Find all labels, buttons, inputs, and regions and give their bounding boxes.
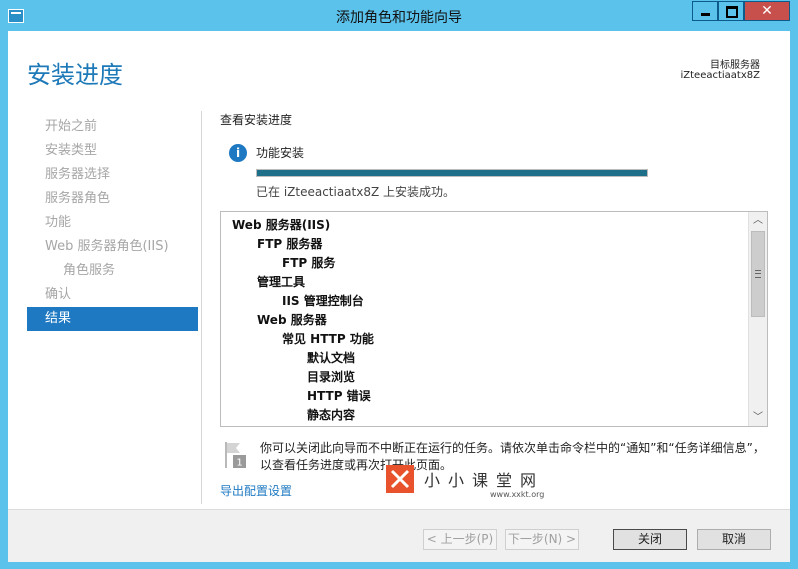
feature-install-label: 功能安装 — [256, 146, 305, 160]
tree-item: IIS 管理控制台 — [282, 294, 364, 308]
minimize-button[interactable] — [692, 1, 718, 21]
installed-features-list[interactable]: Web 服务器(IIS) FTP 服务器 FTP 服务管理工具 IIS 管理控制台 We… — [220, 211, 768, 427]
install-status-text: 已在 iZteeactiaatx8Z 上安装成功。 — [256, 185, 456, 199]
page-title: 安装进度 — [27, 61, 123, 89]
scroll-thumb[interactable] — [751, 231, 765, 317]
cancel-button[interactable]: 取消 — [697, 529, 771, 550]
nav-divider — [201, 111, 202, 504]
nav-item-results[interactable]: 结果 — [27, 307, 198, 331]
window-title: 添加角色和功能向导 — [336, 10, 462, 26]
nav-item-server-selection[interactable]: 服务器选择 — [27, 163, 198, 187]
tree-item: Web 服务器(IIS) — [232, 218, 331, 232]
target-server-label: 目标服务器 — [710, 60, 760, 71]
nav-item-server-roles[interactable]: 服务器角色 — [27, 187, 198, 211]
tree-item: FTP 服务器 — [257, 237, 323, 251]
svg-text:1: 1 — [236, 458, 242, 469]
tree-item: 默认文档 — [307, 351, 356, 365]
footer-bar: < 上一步(P) 下一步(N) > 关闭 取消 — [8, 509, 790, 562]
tree-item: 管理工具 — [257, 275, 306, 289]
previous-button[interactable]: < 上一步(P) — [423, 529, 497, 550]
nav-item-installation-type[interactable]: 安装类型 — [27, 139, 198, 163]
title-bar[interactable]: 添加角色和功能向导 ✕ — [0, 0, 798, 31]
list-scrollbar[interactable]: ︿ ﹀ — [748, 212, 767, 426]
nav-item-before-you-begin[interactable]: 开始之前 — [27, 115, 198, 139]
watermark-url: www.xxkt.org — [490, 490, 545, 499]
tree-item: 常见 HTTP 功能 — [282, 332, 374, 346]
wizard-content: 安装进度 目标服务器 iZteeactiaatx8Z 开始之前 安装类型 服务器… — [8, 31, 790, 562]
progress-fill — [257, 170, 647, 176]
grip-icon — [755, 270, 761, 278]
close-window-button[interactable]: ✕ — [744, 1, 790, 21]
wizard-window: 添加角色和功能向导 ✕ 安装进度 目标服务器 iZteeactiaatx8Z 开… — [0, 0, 798, 569]
scroll-up-arrow-icon[interactable]: ︿ — [749, 212, 767, 229]
maximize-button[interactable] — [718, 1, 744, 21]
info-icon: i — [229, 144, 247, 162]
section-title: 查看安装进度 — [220, 113, 293, 127]
watermark-logo-icon — [386, 465, 414, 493]
nav-item-role-services[interactable]: 角色服务 — [27, 259, 198, 283]
nav-item-features[interactable]: 功能 — [27, 211, 198, 235]
nav-item-web-server-role[interactable]: Web 服务器角色(IIS) — [27, 235, 198, 259]
export-config-link[interactable]: 导出配置设置 — [220, 482, 292, 499]
wizard-nav: 开始之前 安装类型 服务器选择 服务器角色 功能 Web 服务器角色(IIS) … — [27, 115, 198, 331]
nav-item-confirmation[interactable]: 确认 — [27, 283, 198, 307]
tree-item: 目录浏览 — [307, 370, 356, 384]
target-server-name: iZteeactiaatx8Z — [680, 70, 761, 81]
progress-bar — [256, 169, 648, 177]
notification-flag-icon: 1 — [225, 442, 246, 469]
next-button[interactable]: 下一步(N) > — [505, 529, 579, 550]
tree-item: Web 服务器 — [257, 313, 327, 327]
scroll-down-arrow-icon[interactable]: ﹀ — [749, 409, 767, 426]
tree-item: HTTP 错误 — [307, 389, 371, 403]
tree-item: 静态内容 — [307, 408, 356, 422]
tree-item: FTP 服务 — [282, 256, 336, 270]
watermark-text: 小小课堂网 — [424, 471, 545, 490]
features-tree: Web 服务器(IIS) FTP 服务器 FTP 服务管理工具 IIS 管理控制台 We… — [221, 212, 750, 426]
close-button[interactable]: 关闭 — [613, 529, 687, 550]
